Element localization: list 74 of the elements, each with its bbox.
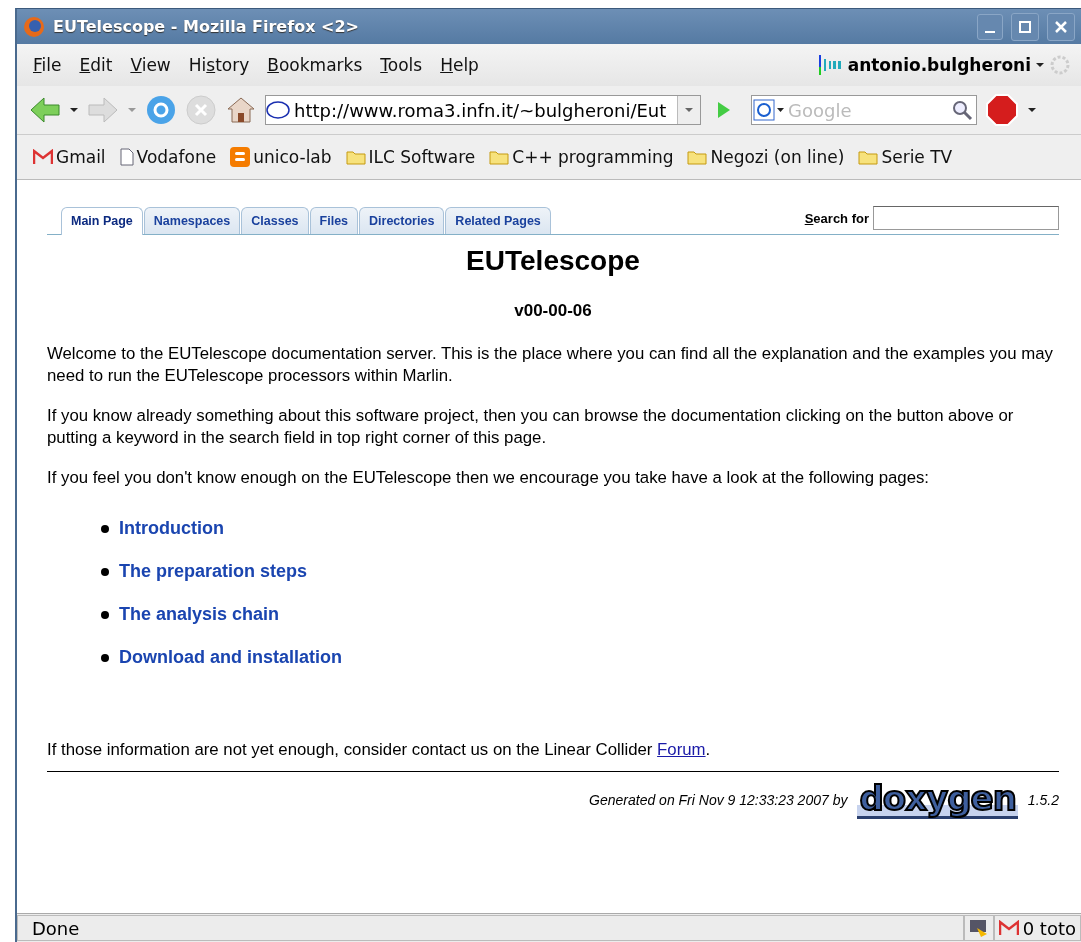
search-field[interactable] xyxy=(873,206,1059,230)
site-icon xyxy=(266,101,290,119)
maximize-button[interactable] xyxy=(1011,12,1039,41)
caret-icon xyxy=(127,107,137,113)
bookmark-item[interactable]: Serie TV xyxy=(881,147,953,167)
gmail-icon xyxy=(33,149,53,165)
caret-icon[interactable] xyxy=(69,107,79,113)
folder-icon xyxy=(858,149,879,165)
page-icon xyxy=(119,148,134,166)
forward-arrow-icon xyxy=(87,95,119,125)
bullet-icon xyxy=(101,610,109,619)
bookmark-item[interactable]: Gmail xyxy=(56,147,106,167)
paragraph: Welcome to the EUTelescope documentation server. This is the place where you can find all the explanation and the examples you may need to run the EUTelescope processors within Marlin. xyxy=(47,343,1054,387)
tray-icon[interactable] xyxy=(968,918,989,938)
menu-item[interactable]: Tools xyxy=(374,55,435,75)
caret-icon[interactable] xyxy=(1035,62,1045,68)
menu-item[interactable]: History xyxy=(182,55,262,75)
doxygen-logo[interactable]: doxygen xyxy=(857,780,1018,819)
paragraph: If you feel you don't know enough on the EUTelescope then we encourage you take have a look at the following pages: xyxy=(47,467,931,489)
account-name[interactable]: antonio.bulgheroni xyxy=(847,55,1031,75)
gmail-icon xyxy=(998,920,1019,936)
bookmark-item[interactable]: C++ programming xyxy=(512,147,674,167)
minimize-icon xyxy=(985,30,995,33)
tab[interactable]: Classes xyxy=(241,207,309,234)
bookmark-item[interactable]: unico-lab xyxy=(253,147,332,167)
version-text: v00-00-06 xyxy=(513,301,593,321)
tab[interactable]: Main Page xyxy=(61,207,143,235)
page-link[interactable]: The preparation steps xyxy=(119,561,308,582)
search-field[interactable]: Google xyxy=(751,95,977,125)
spinner-icon xyxy=(1049,54,1071,76)
reload-icon[interactable] xyxy=(145,94,177,126)
bookmark-item[interactable]: Vodafone xyxy=(136,147,217,167)
bullet-icon xyxy=(101,524,109,533)
tab[interactable]: Namespaces xyxy=(143,207,241,234)
bullet-icon xyxy=(101,653,109,662)
search-engine-icon[interactable] xyxy=(752,98,786,122)
forum-link[interactable]: Forum xyxy=(657,740,706,759)
address-field[interactable]: http://www.roma3.infn.it/~bulgheroni/Eut xyxy=(265,95,701,125)
menu-item[interactable]: Bookmarks xyxy=(261,55,375,75)
stop-icon xyxy=(185,94,217,126)
page-link[interactable]: The analysis chain xyxy=(119,604,280,625)
tab[interactable]: Files xyxy=(309,207,359,234)
back-arrow-icon[interactable] xyxy=(29,95,61,125)
page-title: EUTelescope xyxy=(465,245,641,277)
folder-icon xyxy=(345,149,366,165)
caret-icon[interactable] xyxy=(1027,107,1037,113)
tab[interactable]: Related Pages xyxy=(445,207,551,234)
bars-icon xyxy=(817,55,844,75)
firefox-icon xyxy=(23,15,45,38)
stop-sign-icon[interactable] xyxy=(985,93,1019,127)
folder-icon xyxy=(687,149,708,165)
bookmark-item[interactable]: ILC Software xyxy=(368,147,476,167)
paragraph: If those information are not yet enough, consider contact us on the Linear Collider Forum. xyxy=(47,739,712,761)
menu-item[interactable]: Help xyxy=(434,55,491,75)
close-button[interactable] xyxy=(1047,12,1075,41)
bookmark-item[interactable]: Negozi (on line) xyxy=(710,147,845,167)
blogger-icon xyxy=(230,147,251,167)
minimize-button[interactable] xyxy=(977,13,1003,40)
menu-item[interactable]: Edit xyxy=(73,55,125,75)
maximize-icon xyxy=(1019,20,1031,33)
page-link[interactable]: Introduction xyxy=(119,518,224,539)
page-link[interactable]: Download and installation xyxy=(119,647,342,668)
version-text: 1.5.2 xyxy=(1027,791,1059,808)
close-icon xyxy=(1055,20,1067,33)
bullet-icon xyxy=(101,567,109,576)
tab[interactable]: Directories xyxy=(359,207,445,234)
menu-item[interactable]: View xyxy=(124,55,183,75)
window-title: EUTelescope - Mozilla Firefox <2> xyxy=(53,17,360,36)
status-text: Done xyxy=(17,915,964,941)
search-label: Search for xyxy=(804,210,869,226)
paragraph: If you know already something about this software project, then you can browse the documentation clicking on the button above or putting a keyword in the search field in top right corner of this page. xyxy=(47,405,1015,449)
generated-text: Generated on Fri Nov 9 12:33:23 2007 by xyxy=(589,791,848,808)
menu-item[interactable]: File xyxy=(27,55,74,75)
folder-icon xyxy=(489,149,510,165)
